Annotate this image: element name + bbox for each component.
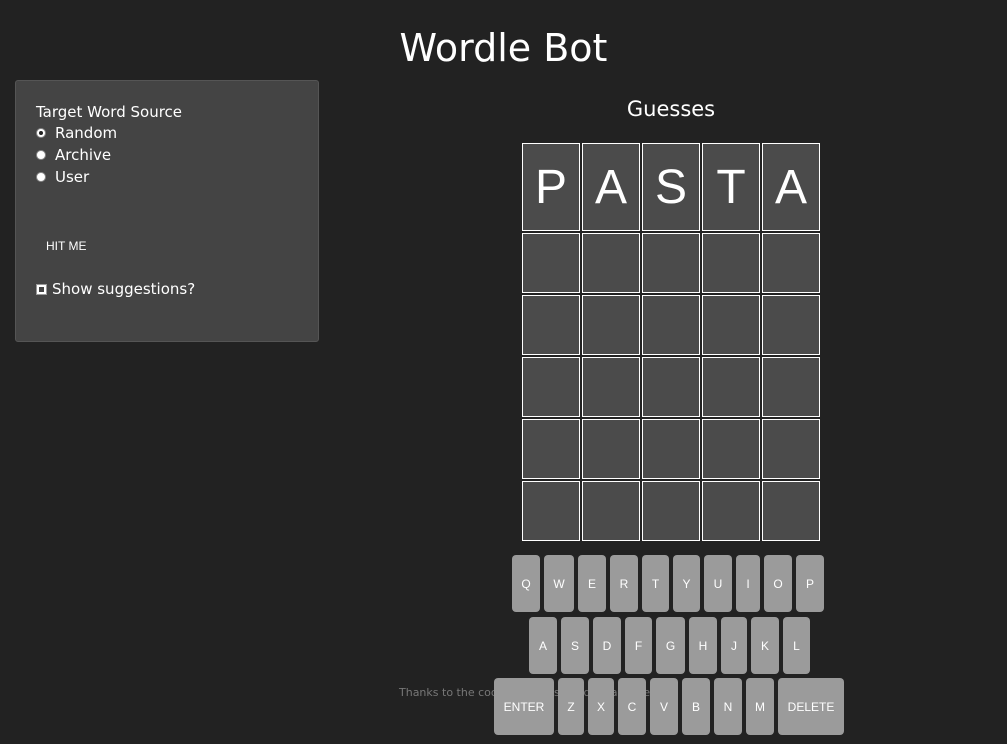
guess-grid: P A S T A	[522, 143, 820, 543]
guess-tile	[522, 481, 580, 541]
guess-tile: T	[702, 143, 760, 231]
radio-option-random[interactable]: Random	[36, 123, 117, 143]
key-h[interactable]: H	[689, 617, 717, 674]
guess-tile	[582, 233, 640, 293]
show-suggestions-option[interactable]: Show suggestions?	[36, 280, 195, 298]
guess-tile	[522, 357, 580, 417]
hit-me-button[interactable]: HIT ME	[42, 239, 90, 253]
guess-tile	[642, 295, 700, 355]
guess-tile: S	[642, 143, 700, 231]
key-t[interactable]: T	[642, 555, 669, 612]
radio-label-user: User	[55, 168, 90, 186]
key-q[interactable]: Q	[512, 555, 540, 612]
guess-tile	[642, 419, 700, 479]
key-r[interactable]: R	[610, 555, 638, 612]
key-v[interactable]: V	[650, 678, 678, 735]
guess-tile	[762, 357, 820, 417]
guess-tile	[702, 357, 760, 417]
guesses-heading: Guesses	[626, 97, 716, 121]
guess-tile	[582, 357, 640, 417]
guess-tile	[522, 419, 580, 479]
keyboard-row-1: Q W E R T Y U I O P	[512, 555, 824, 612]
guess-tile	[582, 419, 640, 479]
key-x[interactable]: X	[588, 678, 614, 735]
guess-tile	[642, 481, 700, 541]
key-u[interactable]: U	[704, 555, 732, 612]
guess-tile	[702, 481, 760, 541]
key-w[interactable]: W	[544, 555, 574, 612]
key-s[interactable]: S	[561, 617, 589, 674]
key-a[interactable]: A	[529, 617, 557, 674]
guess-tile	[762, 295, 820, 355]
page-title: Wordle Bot	[399, 26, 608, 70]
key-l[interactable]: L	[783, 617, 810, 674]
radio-button-random[interactable]	[36, 128, 46, 138]
radio-button-archive[interactable]	[36, 150, 46, 160]
key-j[interactable]: J	[721, 617, 747, 674]
guess-tile	[642, 233, 700, 293]
key-n[interactable]: N	[714, 678, 742, 735]
key-m[interactable]: M	[746, 678, 774, 735]
guess-tile	[582, 295, 640, 355]
radio-option-user[interactable]: User	[36, 167, 89, 187]
guess-tile	[582, 481, 640, 541]
guess-tile	[762, 233, 820, 293]
key-c[interactable]: C	[618, 678, 646, 735]
guess-tile: P	[522, 143, 580, 231]
key-p[interactable]: P	[796, 555, 824, 612]
key-g[interactable]: G	[656, 617, 685, 674]
guess-tile	[522, 295, 580, 355]
guess-row	[522, 295, 820, 355]
guess-tile	[702, 233, 760, 293]
enter-key[interactable]: ENTER	[494, 678, 554, 735]
show-suggestions-label: Show suggestions?	[52, 280, 196, 298]
guess-row: P A S T A	[522, 143, 820, 231]
guess-tile	[522, 233, 580, 293]
guess-row	[522, 481, 820, 541]
guess-tile	[702, 419, 760, 479]
key-f[interactable]: F	[625, 617, 652, 674]
guess-row	[522, 357, 820, 417]
key-o[interactable]: O	[764, 555, 792, 612]
keyboard-row-2: A S D F G H J K L	[529, 617, 810, 674]
radio-label-archive: Archive	[55, 146, 112, 164]
page: Wordle Bot Target Word Source Random Arc…	[0, 0, 1007, 744]
key-k[interactable]: K	[751, 617, 779, 674]
guess-row	[522, 419, 820, 479]
guess-row	[522, 233, 820, 293]
keyboard-row-3: ENTER Z X C V B N M DELETE	[494, 678, 844, 735]
radio-button-user[interactable]	[36, 172, 46, 182]
settings-panel: Target Word Source Random Archive User H…	[15, 80, 319, 342]
radio-label-random: Random	[55, 124, 118, 142]
key-z[interactable]: Z	[558, 678, 584, 735]
guess-tile	[762, 419, 820, 479]
radio-option-archive[interactable]: Archive	[36, 145, 111, 165]
key-i[interactable]: I	[736, 555, 760, 612]
guess-tile: A	[582, 143, 640, 231]
delete-key[interactable]: DELETE	[778, 678, 844, 735]
guess-tile: A	[762, 143, 820, 231]
key-e[interactable]: E	[578, 555, 606, 612]
show-suggestions-checkbox[interactable]	[36, 283, 47, 295]
key-d[interactable]: D	[593, 617, 621, 674]
key-y[interactable]: Y	[673, 555, 700, 612]
guess-tile	[642, 357, 700, 417]
guess-tile	[702, 295, 760, 355]
guess-tile	[762, 481, 820, 541]
key-b[interactable]: B	[682, 678, 710, 735]
target-word-source-label: Target Word Source	[36, 103, 183, 121]
